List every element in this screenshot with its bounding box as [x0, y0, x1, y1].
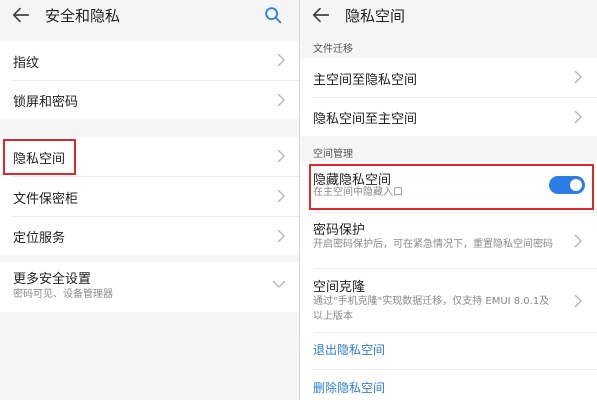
list-item-location-services[interactable]: 定位服务: [0, 217, 300, 255]
file-migration-group: 主空间至隐私空间 隐私空间至主空间: [300, 58, 597, 136]
highlight-box: [3, 139, 76, 175]
app-bar: 安全和隐私: [0, 0, 300, 30]
list-item-password-protection[interactable]: 密码保护 开启密码保护后，可在紧急情况下，重置隐私空间密码: [300, 213, 597, 268]
item-label: 空间克隆: [313, 280, 366, 295]
item-subtitle-line1: 通过"手机克隆"实现数据迁移，仅支持 EMUI 8.0.1及: [313, 296, 550, 307]
highlight-box: [309, 164, 594, 210]
section-label-space-management: 空间管理: [313, 149, 353, 160]
item-label: 主空间至隐私空间: [313, 73, 418, 88]
item-label: 锁屏和密码: [13, 95, 79, 110]
item-subtitle: 开启密码保护后，可在紧急情况下，重置隐私空间密码: [313, 239, 553, 250]
list-item-more-security-settings[interactable]: 更多安全设置 密码可见、设备管理器: [0, 262, 300, 312]
security-privacy-screen: 安全和隐私 指纹 锁屏和密码 隐私空间 文件保密柜 定位服务 更多安全设置 密码…: [0, 0, 300, 400]
divider: [313, 369, 597, 370]
item-label: 文件保密柜: [13, 192, 79, 207]
list-item-main-to-private[interactable]: 主空间至隐私空间: [300, 58, 597, 97]
item-label: 更多安全设置: [13, 272, 92, 287]
divider: [313, 332, 597, 333]
app-bar: 隐私空间: [300, 0, 597, 30]
settings-group-1: 指纹 锁屏和密码: [0, 41, 300, 119]
list-item-fingerprint[interactable]: 指纹: [0, 41, 300, 80]
chevron-right-icon: [574, 110, 582, 124]
item-label: 密码保护: [313, 223, 366, 238]
back-arrow-icon[interactable]: [310, 4, 332, 26]
chevron-right-icon: [277, 93, 285, 107]
chevron-right-icon: [574, 294, 582, 308]
back-arrow-icon[interactable]: [10, 4, 32, 26]
exit-private-space-link[interactable]: 退出隐私空间: [313, 341, 385, 358]
chevron-right-icon: [277, 229, 285, 243]
item-subtitle-line2: 以上版本: [313, 311, 353, 322]
private-space-screen: 隐私空间 文件迁移 主空间至隐私空间 隐私空间至主空间 空间管理 隐藏隐私空间 …: [300, 0, 597, 400]
list-item-private-to-main[interactable]: 隐私空间至主空间: [300, 98, 597, 136]
item-label: 定位服务: [13, 231, 66, 246]
chevron-right-icon: [277, 189, 285, 203]
item-label: 隐私空间至主空间: [313, 112, 418, 127]
delete-private-space-link[interactable]: 删除隐私空间: [313, 379, 385, 396]
chevron-down-icon: [272, 280, 286, 288]
list-item-file-safe[interactable]: 文件保密柜: [0, 177, 300, 216]
search-icon[interactable]: [262, 4, 284, 26]
item-label: 指纹: [13, 56, 40, 71]
list-item-lockscreen-password[interactable]: 锁屏和密码: [0, 81, 300, 119]
list-item-space-clone[interactable]: 空间克隆 通过"手机克隆"实现数据迁移，仅支持 EMUI 8.0.1及 以上版本: [300, 269, 597, 332]
chevron-right-icon: [574, 234, 582, 248]
chevron-right-icon: [277, 149, 285, 163]
item-subtitle: 密码可见、设备管理器: [13, 289, 113, 300]
chevron-right-icon: [574, 70, 582, 84]
section-label-file-migration: 文件迁移: [313, 44, 353, 55]
page-title: 隐私空间: [345, 7, 406, 25]
settings-group-3: 更多安全设置 密码可见、设备管理器: [0, 262, 300, 312]
page-title: 安全和隐私: [45, 7, 121, 25]
chevron-right-icon: [277, 53, 285, 67]
